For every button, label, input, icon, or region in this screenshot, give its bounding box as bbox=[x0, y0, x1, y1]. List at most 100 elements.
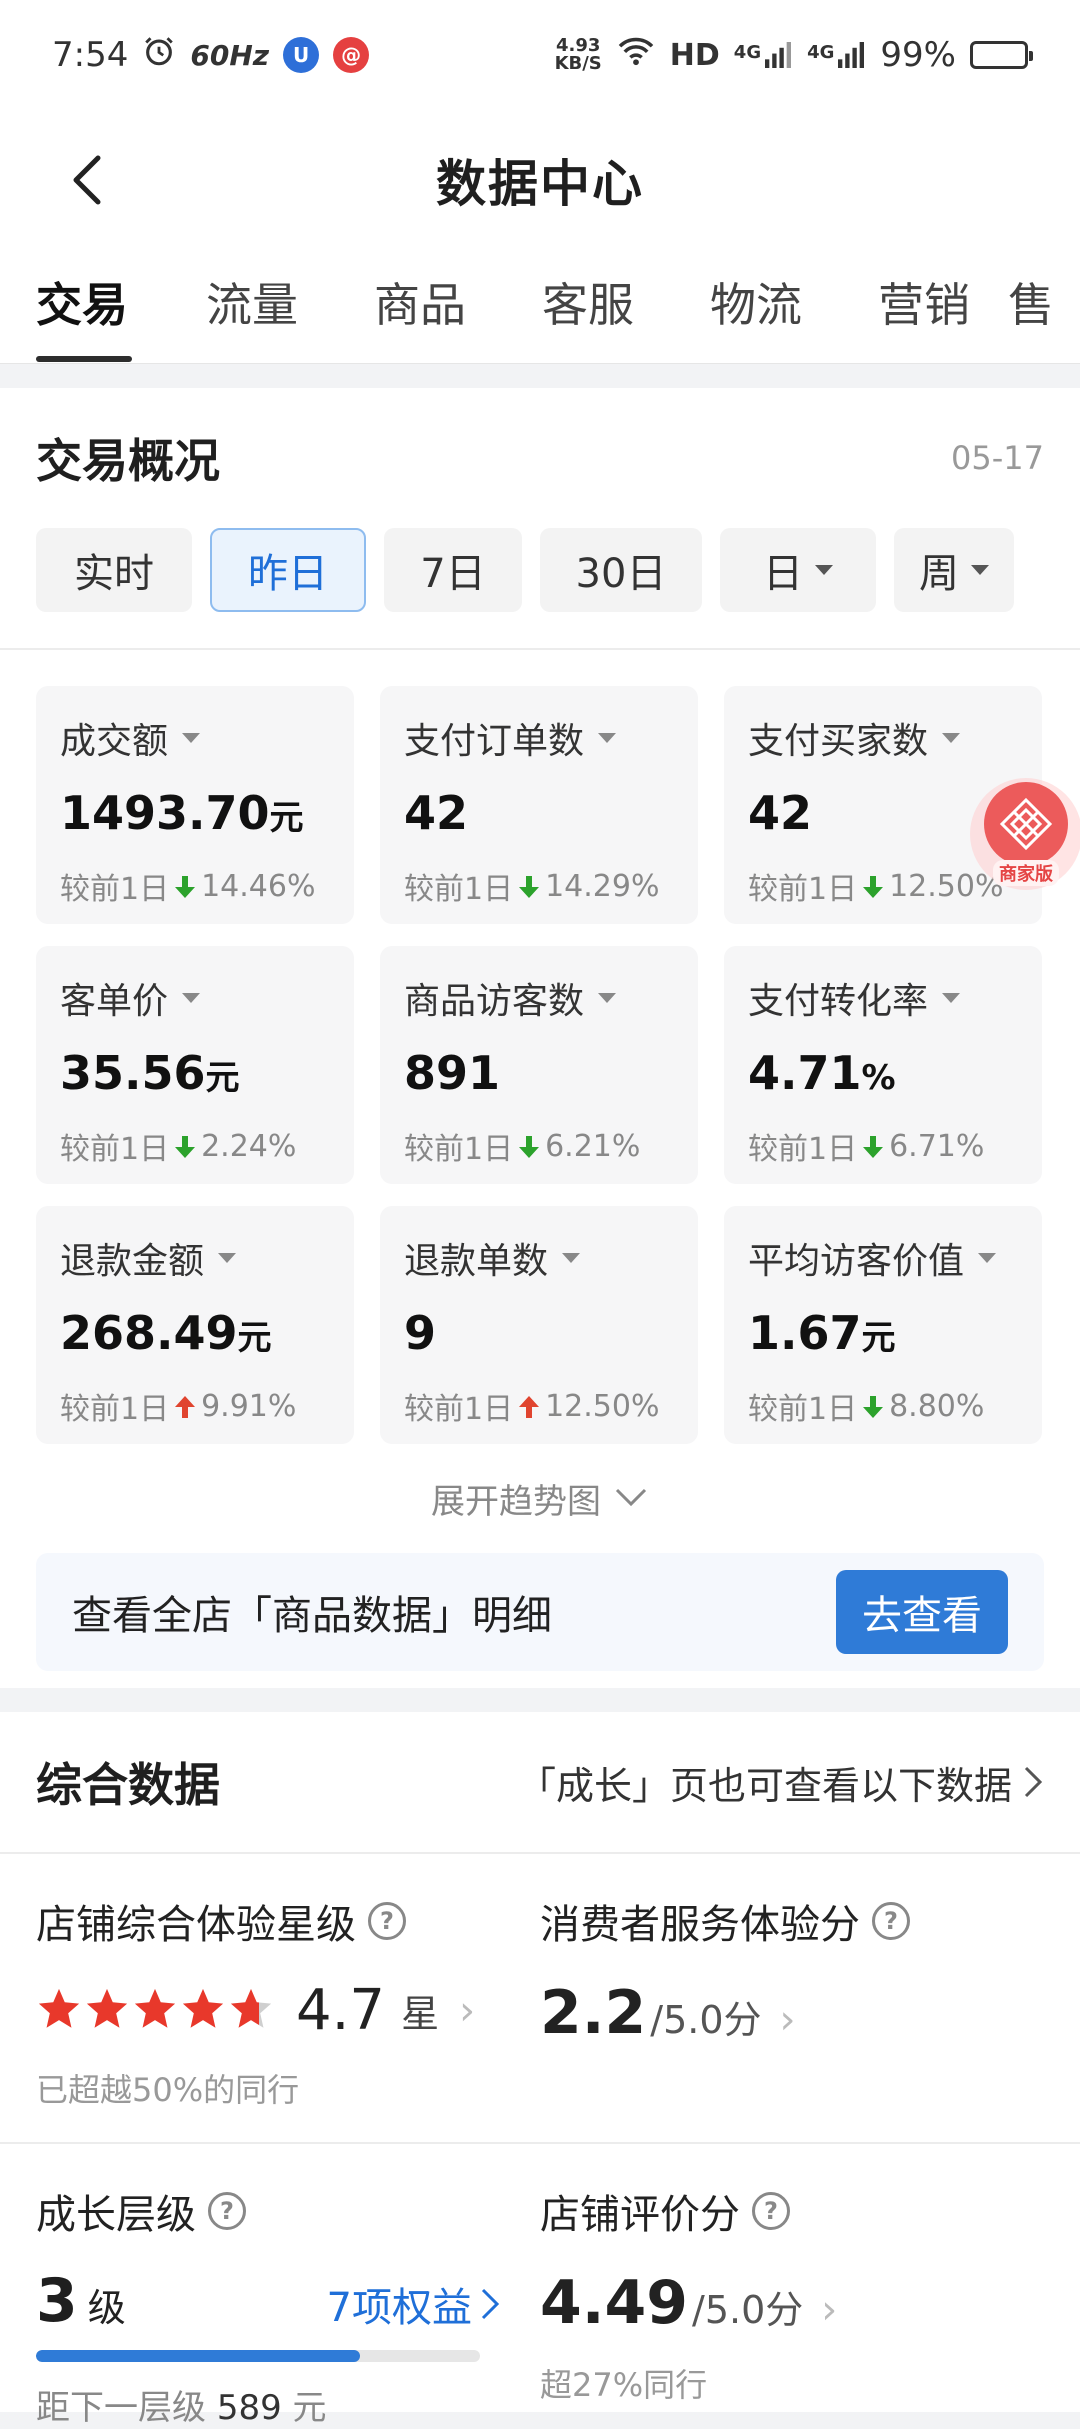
tab-product[interactable]: 商品 bbox=[336, 250, 504, 363]
arrow-down-icon bbox=[861, 1393, 885, 1419]
metric-card[interactable]: 平均访客价值 1.67元 较前1日 8.80% bbox=[724, 1206, 1042, 1444]
metric-label: 支付买家数 bbox=[748, 721, 929, 762]
metric-value: 35.56 bbox=[60, 1046, 206, 1100]
store-experience-score: 4.7 bbox=[296, 1978, 386, 2043]
status-time: 7:54 bbox=[52, 35, 129, 75]
help-icon[interactable]: ? bbox=[208, 2192, 246, 2230]
metric-value: 1493.70 bbox=[60, 786, 270, 840]
caret-down-icon[interactable] bbox=[942, 733, 961, 743]
chip-30days[interactable]: 30日 bbox=[540, 528, 702, 612]
help-icon[interactable]: ? bbox=[752, 2192, 790, 2230]
metric-unit: 元 bbox=[237, 1318, 272, 1358]
growth-level-title: 成长层级 bbox=[36, 2192, 196, 2238]
period-chips: 实时 昨日 7日 30日 日 周 bbox=[0, 528, 1080, 612]
metric-card[interactable]: 退款单数 9 较前1日 12.50% bbox=[380, 1206, 698, 1444]
consumer-service-cell[interactable]: 消费者服务体验分 ? 2.2 /5.0分 › bbox=[540, 1854, 1044, 2142]
tab-logistics[interactable]: 物流 bbox=[672, 250, 840, 363]
merchant-floating-badge[interactable]: 商家版 bbox=[970, 778, 1080, 890]
caret-down-icon[interactable] bbox=[562, 1253, 581, 1263]
star-icon bbox=[36, 1986, 82, 2036]
metric-compare-label: 较前1日 bbox=[404, 1132, 514, 1167]
chip-day-dropdown[interactable]: 日 bbox=[720, 528, 876, 612]
metric-label: 平均访客价值 bbox=[748, 1241, 965, 1282]
arrow-down-icon bbox=[173, 1133, 197, 1159]
review-score-cell[interactable]: 店铺评价分 ? 4.49 /5.0分 › 超27%同行 bbox=[540, 2144, 1044, 2414]
caret-down-icon[interactable] bbox=[182, 733, 201, 743]
metric-card[interactable]: 成交额 1493.70元 较前1日 14.46% bbox=[36, 686, 354, 924]
review-score-value: 4.49 bbox=[540, 2268, 689, 2338]
signal-1: 4G bbox=[734, 42, 793, 68]
caret-down-icon[interactable] bbox=[942, 993, 961, 1003]
chip-week-dropdown[interactable]: 周 bbox=[894, 528, 1014, 612]
caret-down-icon[interactable] bbox=[598, 993, 617, 1003]
arrow-down-icon bbox=[861, 873, 885, 899]
music-app-icon: @ bbox=[333, 37, 370, 73]
trade-overview-section: 交易概况 05-17 实时 昨日 7日 30日 日 周 成交额 1493.70元较… bbox=[0, 388, 1080, 1688]
metric-value: 891 bbox=[404, 1046, 501, 1100]
tab-service[interactable]: 客服 bbox=[504, 250, 672, 363]
net-speed: 4.93 KB/S bbox=[554, 35, 602, 74]
caret-down-icon[interactable] bbox=[182, 993, 201, 1003]
metric-value: 9 bbox=[404, 1306, 437, 1360]
growth-page-link[interactable]: 「成长」页也可查看以下数据 bbox=[518, 1755, 1044, 1810]
help-icon[interactable]: ? bbox=[872, 1902, 910, 1940]
app-notification-icon: U bbox=[283, 37, 320, 73]
merchant-badge-tag: 商家版 bbox=[993, 860, 1059, 886]
metric-compare-label: 较前1日 bbox=[404, 1392, 514, 1427]
help-icon[interactable]: ? bbox=[368, 1902, 406, 1940]
metric-unit: 元 bbox=[205, 1058, 240, 1098]
caret-down-icon[interactable] bbox=[218, 1253, 237, 1263]
arrow-down-icon bbox=[517, 873, 541, 899]
chip-yesterday[interactable]: 昨日 bbox=[210, 528, 366, 612]
back-arrow-icon[interactable] bbox=[60, 150, 120, 210]
star-icon bbox=[132, 1986, 178, 2036]
consumer-service-title: 消费者服务体验分 bbox=[540, 1902, 860, 1948]
metric-label: 支付转化率 bbox=[748, 981, 929, 1022]
metric-change: 14.46% bbox=[201, 868, 316, 904]
chevron-right-icon: › bbox=[459, 1987, 476, 2034]
metric-value: 268.49 bbox=[60, 1306, 238, 1360]
metric-change: 6.21% bbox=[545, 1128, 641, 1164]
category-tabs: 交易 流量 商品 客服 物流 营销 售 bbox=[0, 250, 1080, 364]
metric-change: 12.50% bbox=[545, 1388, 660, 1424]
metric-label: 退款金额 bbox=[60, 1241, 205, 1282]
metric-compare-label: 较前1日 bbox=[60, 1132, 170, 1167]
tab-trade[interactable]: 交易 bbox=[0, 250, 168, 363]
caret-down-icon bbox=[971, 565, 989, 575]
metric-value: 42 bbox=[404, 786, 469, 840]
tab-traffic[interactable]: 流量 bbox=[168, 250, 336, 363]
metric-card[interactable]: 支付订单数 42 较前1日 14.29% bbox=[380, 686, 698, 924]
benefits-link[interactable]: 7项权益 bbox=[327, 2275, 500, 2333]
metric-unit: 元 bbox=[269, 798, 304, 838]
metric-unit: 元 bbox=[861, 1318, 896, 1358]
chip-7days[interactable]: 7日 bbox=[384, 528, 522, 612]
metric-card[interactable]: 商品访客数 891 较前1日 6.21% bbox=[380, 946, 698, 1184]
arrow-down-icon bbox=[861, 1133, 885, 1159]
metric-card[interactable]: 退款金额 268.49元 较前1日 9.91% bbox=[36, 1206, 354, 1444]
metric-compare-label: 较前1日 bbox=[60, 872, 170, 907]
star-rating: 4.7 星 › bbox=[36, 1978, 540, 2043]
star-icon bbox=[228, 1986, 274, 2036]
arrow-down-icon bbox=[173, 873, 197, 899]
caret-down-icon[interactable] bbox=[978, 1253, 997, 1263]
metric-card[interactable]: 支付转化率 4.71% 较前1日 6.71% bbox=[724, 946, 1042, 1184]
status-bar: 7:54 60Hz U @ 4.93 KB/S HD 4G 4G 99% bbox=[0, 0, 1080, 110]
tab-marketing[interactable]: 营销 bbox=[840, 250, 1008, 363]
tab-aftersale[interactable]: 售 bbox=[1008, 250, 1068, 363]
growth-level-value: 3 bbox=[36, 2266, 78, 2336]
store-experience-unit: 星 bbox=[401, 1992, 440, 2036]
view-button[interactable]: 去查看 bbox=[836, 1570, 1008, 1654]
metric-value: 4.71 bbox=[748, 1046, 862, 1100]
caret-down-icon[interactable] bbox=[598, 733, 617, 743]
metric-unit: % bbox=[861, 1058, 896, 1098]
chip-realtime[interactable]: 实时 bbox=[36, 528, 192, 612]
metric-label: 退款单数 bbox=[404, 1241, 549, 1282]
arrow-up-icon bbox=[173, 1393, 197, 1419]
product-data-banner: 查看全店「商品数据」明细 去查看 bbox=[36, 1553, 1044, 1671]
expand-trend-button[interactable]: 展开趋势图 bbox=[0, 1474, 1080, 1523]
metric-card[interactable]: 客单价 35.56元 较前1日 2.24% bbox=[36, 946, 354, 1184]
metric-label: 商品访客数 bbox=[404, 981, 585, 1022]
star-icon bbox=[180, 1986, 226, 2036]
growth-level-cell[interactable]: 成长层级 ? 3 级 7项权益 距下一层级 589 元 bbox=[36, 2144, 540, 2428]
store-experience-cell[interactable]: 店铺综合体验星级 ? 4.7 星 › 已超越50%的同行 bbox=[36, 1854, 540, 2142]
